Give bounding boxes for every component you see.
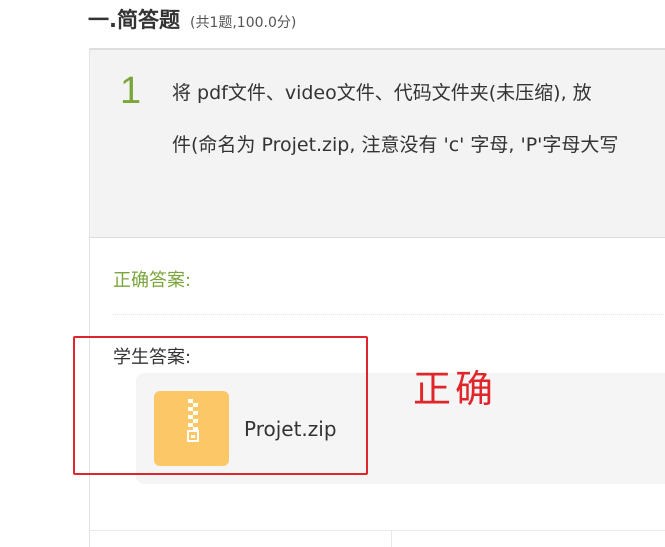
section-header: 一.简答题 (共1题,100.0分) [88,4,296,34]
answer-divider [113,314,665,315]
card-bottom-column-divider [391,530,392,547]
card-bottom-divider [90,530,665,531]
annotation-correct-text: 正确 [413,367,498,411]
correct-answer-label: 正确答案: [113,270,192,291]
section-title: 一.简答题 [88,8,180,32]
question-text-line-1: 将 pdf文件、video文件、代码文件夹(未压缩), 放 [172,82,592,104]
question-text-line-2: 件(命名为 Projet.zip, 注意没有 'c' 字母, 'P'字母大写 [172,134,619,156]
section-meta: (共1题,100.0分) [189,15,297,31]
question-stem: 1 将 pdf文件、video文件、代码文件夹(未压缩), 放 件(命名为 Pr… [90,48,665,238]
question-number: 1 [120,70,142,112]
annotation-highlight-box [73,336,368,475]
